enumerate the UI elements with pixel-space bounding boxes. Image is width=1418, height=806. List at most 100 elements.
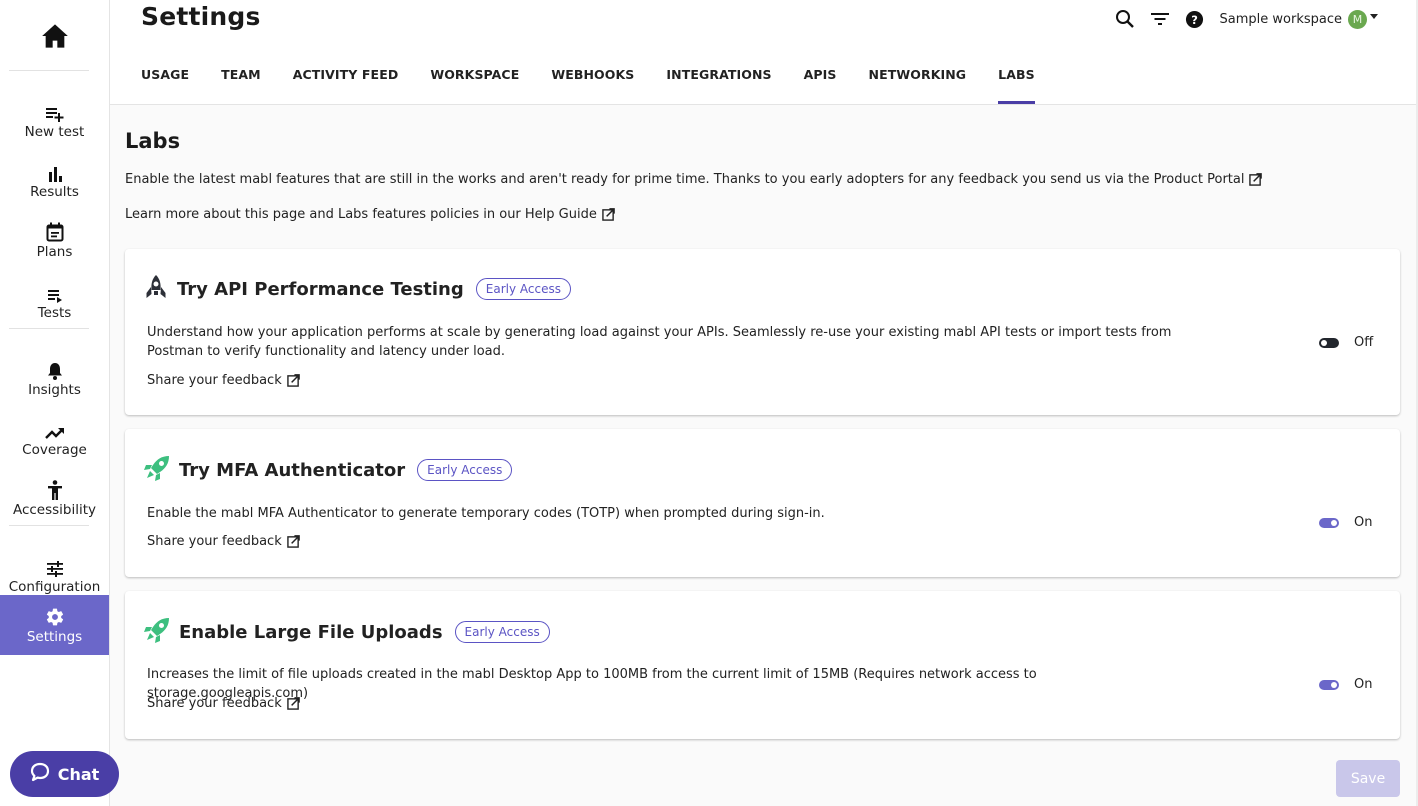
feature-toggle[interactable] xyxy=(1319,337,1339,348)
accessibility-icon xyxy=(47,478,63,500)
sidebar-divider xyxy=(9,328,89,329)
share-feedback-link[interactable]: Share your feedback xyxy=(147,373,300,388)
tab-labs[interactable]: LABS xyxy=(998,64,1035,105)
early-access-badge: Early Access xyxy=(475,278,571,300)
caret-down-icon xyxy=(1370,13,1378,19)
filter-icon[interactable] xyxy=(1149,8,1171,30)
tab-integrations[interactable]: INTEGRATIONS xyxy=(666,64,771,105)
gear-icon xyxy=(45,605,65,627)
rocket-icon xyxy=(143,274,169,304)
feature-card: Try API Performance Testing Early Access… xyxy=(125,249,1400,415)
calendar-icon xyxy=(46,220,64,242)
feature-description: Understand how your application performs… xyxy=(147,325,1172,359)
tab-team[interactable]: TEAM xyxy=(221,64,261,105)
feature-title: Enable Large File Uploads xyxy=(179,621,443,643)
share-feedback-link[interactable]: Share your feedback xyxy=(147,696,300,711)
tune-icon xyxy=(46,555,64,577)
search-icon[interactable] xyxy=(1114,8,1136,30)
feature-card: Try MFA Authenticator Early Access Enabl… xyxy=(125,429,1400,577)
toggle-state-label: Off xyxy=(1354,335,1374,350)
intro-text: Enable the latest mabl features that are… xyxy=(125,172,1245,187)
share-feedback-link[interactable]: Share your feedback xyxy=(147,534,300,549)
chat-label: Chat xyxy=(57,764,100,784)
help-guide-link[interactable] xyxy=(602,208,615,221)
tab-workspace[interactable]: WORKSPACE xyxy=(430,64,519,105)
external-link-icon xyxy=(286,697,300,710)
tab-apis[interactable]: APIS xyxy=(804,64,837,105)
sidebar-item-settings[interactable]: Settings xyxy=(0,595,109,655)
early-access-badge: Early Access xyxy=(417,459,513,481)
sidebar: New test Results Plans Tests Insights Co… xyxy=(0,0,110,806)
feature-description: Increases the limit of file uploads crea… xyxy=(147,667,1037,701)
home-button[interactable] xyxy=(0,18,109,58)
feature-header: Try MFA Authenticator Early Access xyxy=(143,454,513,486)
rocket-launch-icon xyxy=(143,616,171,648)
sidebar-item-results[interactable]: Results xyxy=(0,150,109,210)
external-link-icon xyxy=(286,535,300,548)
feature-title: Try API Performance Testing xyxy=(177,278,464,300)
sidebar-item-label: Insights xyxy=(28,382,81,398)
workspace-switcher[interactable]: Sample workspace M xyxy=(1219,9,1378,29)
labs-intro: Enable the latest mabl features that are… xyxy=(125,172,1263,187)
tab-activity-feed[interactable]: ACTIVITY FEED xyxy=(293,64,399,105)
sidebar-item-label: Results xyxy=(30,184,79,200)
sidebar-item-label: Tests xyxy=(37,305,72,321)
tab-webhooks[interactable]: WEBHOOKS xyxy=(551,64,634,105)
feature-toggle-wrap: On xyxy=(1319,677,1374,692)
sidebar-item-accessibility[interactable]: Accessibility xyxy=(0,468,109,528)
settings-tabs: USAGE TEAM ACTIVITY FEED WORKSPACE WEBHO… xyxy=(141,64,1067,105)
bell-icon xyxy=(47,358,63,380)
playlist-play-icon xyxy=(47,281,63,303)
avatar: M xyxy=(1348,9,1367,29)
tab-usage[interactable]: USAGE xyxy=(141,64,189,105)
external-link-icon xyxy=(1249,173,1263,186)
feedback-label: Share your feedback xyxy=(147,373,282,388)
early-access-badge: Early Access xyxy=(454,621,550,643)
sidebar-item-label: Settings xyxy=(26,629,83,645)
sidebar-item-coverage[interactable]: Coverage xyxy=(0,408,109,468)
feature-toggle-wrap: Off xyxy=(1319,335,1374,350)
labs-title: Labs xyxy=(125,129,181,153)
sidebar-item-tests[interactable]: Tests xyxy=(0,271,109,331)
home-icon xyxy=(41,23,69,53)
tab-networking[interactable]: NETWORKING xyxy=(869,64,967,105)
top-actions: ? Sample workspace M xyxy=(1101,8,1378,30)
svg-text:?: ? xyxy=(1191,12,1198,26)
feature-toggle[interactable] xyxy=(1319,517,1339,528)
sidebar-item-new-test[interactable]: New test xyxy=(0,90,109,150)
playlist-add-icon xyxy=(45,100,65,122)
sidebar-item-label: New test xyxy=(24,124,85,140)
sidebar-item-label: Accessibility xyxy=(12,502,97,518)
feature-description: Enable the mabl MFA Authenticator to gen… xyxy=(147,506,825,521)
feature-header: Enable Large File Uploads Early Access xyxy=(143,616,550,648)
toggle-state-label: On xyxy=(1354,515,1373,530)
sidebar-item-plans[interactable]: Plans xyxy=(0,210,109,270)
labs-help: Learn more about this page and Labs feat… xyxy=(125,207,615,222)
feature-toggle-wrap: On xyxy=(1319,515,1374,530)
save-button[interactable]: Save xyxy=(1336,760,1400,797)
header: Settings ? Sample workspace M USAGE TEAM… xyxy=(110,0,1416,105)
feature-header: Try API Performance Testing Early Access xyxy=(143,274,571,304)
help-icon[interactable]: ? xyxy=(1184,8,1206,30)
sidebar-item-label: Coverage xyxy=(22,442,87,458)
feedback-label: Share your feedback xyxy=(147,534,282,549)
feedback-label: Share your feedback xyxy=(147,696,282,711)
sidebar-item-insights[interactable]: Insights xyxy=(0,348,109,408)
feature-toggle[interactable] xyxy=(1319,679,1339,690)
feature-title: Try MFA Authenticator xyxy=(179,459,406,481)
product-portal-link[interactable] xyxy=(1249,173,1263,186)
sidebar-divider xyxy=(9,70,89,71)
sidebar-item-label: Configuration xyxy=(8,579,101,595)
page-title: Settings xyxy=(141,2,261,31)
feature-card: Enable Large File Uploads Early Access I… xyxy=(125,591,1400,739)
workspace-name: Sample workspace xyxy=(1219,11,1342,27)
chat-button[interactable]: Chat xyxy=(10,751,119,797)
sidebar-divider xyxy=(9,525,89,526)
trending-up-icon xyxy=(44,418,65,440)
toggle-state-label: On xyxy=(1354,677,1373,692)
external-link-icon xyxy=(602,208,615,221)
rocket-launch-icon xyxy=(143,454,171,486)
sidebar-item-label: Plans xyxy=(36,244,73,260)
help-guide-text: Learn more about this page and Labs feat… xyxy=(125,207,597,222)
chat-bubble-icon xyxy=(30,762,50,786)
